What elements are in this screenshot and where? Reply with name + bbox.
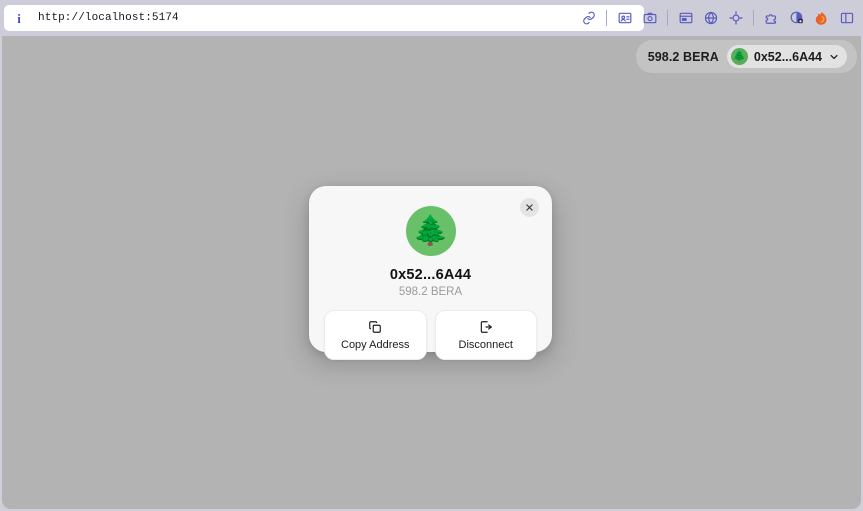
browser-chrome: i http://localhost:5174 xyxy=(0,0,863,36)
account-bar: 598.2 BERA 🌲 0x52...6A44 xyxy=(635,40,857,73)
account-modal: 🌲 0x52...6A44 598.2 BERA Copy Address Di… xyxy=(309,186,552,360)
window-panel-icon[interactable] xyxy=(675,7,696,29)
contact-card-icon[interactable] xyxy=(614,7,635,29)
app-root: i http://localhost:5174 598.2 BERA 🌲 0x5… xyxy=(0,0,863,511)
modal-address: 0x52...6A44 xyxy=(389,267,472,283)
toolbar-separator xyxy=(606,10,607,26)
copy-address-label: Copy Address xyxy=(341,339,410,351)
disconnect-button[interactable]: Disconnect xyxy=(434,310,537,360)
firefox-icon[interactable] xyxy=(811,7,832,29)
extension-icon[interactable] xyxy=(761,7,782,29)
header-balance: 598.2 BERA xyxy=(647,49,719,64)
sidebar-toggle-icon[interactable] xyxy=(836,7,857,29)
shield-privacy-icon[interactable] xyxy=(786,7,807,29)
avatar-small: 🌲 xyxy=(730,48,748,65)
camera-icon[interactable] xyxy=(639,7,660,29)
link-icon[interactable] xyxy=(578,7,599,29)
browser-toolbar xyxy=(576,5,859,31)
modal-balance: 598.2 BERA xyxy=(398,286,463,298)
disconnect-label: Disconnect xyxy=(458,339,513,351)
logout-icon xyxy=(478,319,493,334)
toolbar-separator xyxy=(667,10,668,26)
copy-icon xyxy=(368,319,383,334)
account-menu-button[interactable]: 🌲 0x52...6A44 xyxy=(726,45,847,68)
close-icon[interactable] xyxy=(520,198,539,217)
url-text: http://localhost:5174 xyxy=(38,12,179,24)
toolbar-separator xyxy=(753,10,754,26)
crosshair-target-icon[interactable] xyxy=(725,7,746,29)
copy-address-button[interactable]: Copy Address xyxy=(324,310,427,360)
globe-icon[interactable] xyxy=(700,7,721,29)
page-viewport: 598.2 BERA 🌲 0x52...6A44 🌲 0x52...6A44 5… xyxy=(2,36,861,509)
avatar-large: 🌲 xyxy=(405,206,456,256)
header-address: 0x52...6A44 xyxy=(753,49,822,64)
modal-actions: Copy Address Disconnect xyxy=(324,310,537,360)
info-icon[interactable]: i xyxy=(12,11,26,25)
url-bar[interactable]: i http://localhost:5174 xyxy=(4,5,644,31)
chevron-down-icon xyxy=(828,51,839,62)
